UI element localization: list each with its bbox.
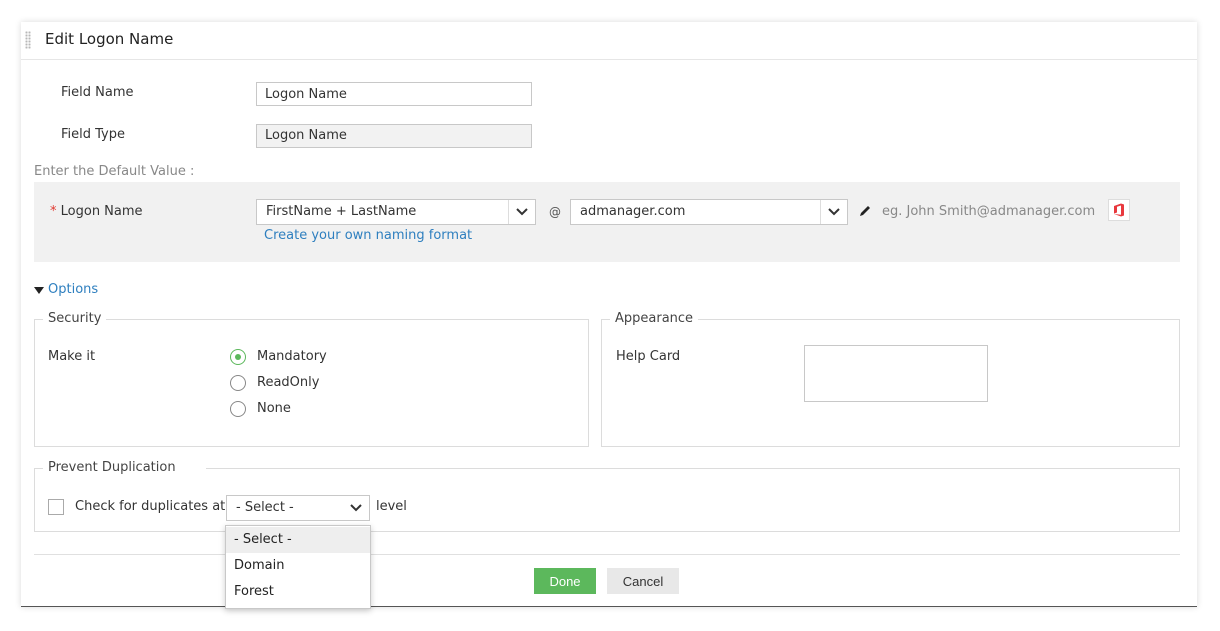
dropdown-option-domain[interactable]: Domain — [226, 553, 370, 579]
domain-value: admanager.com — [580, 204, 686, 219]
edit-logon-name-dialog: Edit Logon Name Field Name Field Type Lo… — [21, 22, 1197, 609]
field-type-label: Field Type — [61, 127, 125, 142]
chevron-down-icon[interactable] — [343, 496, 369, 520]
appearance-legend: Appearance — [610, 311, 699, 326]
default-value-panel: * Logon Name FirstName + LastName @ adma… — [34, 182, 1180, 262]
chevron-down-icon[interactable] — [508, 200, 535, 224]
prevent-duplication-fieldset: Prevent Duplication Check for duplicates… — [34, 460, 1180, 532]
check-duplicates-checkbox[interactable] — [48, 499, 64, 515]
field-name-label: Field Name — [61, 85, 134, 100]
create-naming-format-link[interactable]: Create your own naming format — [264, 228, 472, 243]
required-marker: * — [50, 204, 57, 219]
pencil-icon[interactable] — [858, 204, 872, 222]
naming-format-select[interactable]: FirstName + LastName — [256, 199, 536, 225]
level-suffix: level — [376, 499, 407, 514]
logon-name-label-text: Logon Name — [60, 204, 143, 219]
appearance-fieldset: Appearance Help Card — [601, 311, 1180, 447]
domain-select[interactable]: admanager.com — [570, 199, 848, 225]
radio-none-label[interactable]: None — [257, 401, 291, 416]
radio-readonly[interactable] — [230, 375, 246, 391]
dialog-title: Edit Logon Name — [45, 30, 174, 48]
dialog-titlebar[interactable]: Edit Logon Name — [21, 22, 1197, 60]
dropdown-option-select[interactable]: - Select - — [226, 527, 370, 553]
logon-example-text: eg. John Smith@admanager.com — [882, 204, 1096, 219]
help-card-label: Help Card — [616, 349, 681, 364]
field-name-input[interactable] — [256, 82, 532, 106]
security-fieldset: Security Make it Mandatory ReadOnly None — [34, 311, 589, 447]
radio-none[interactable] — [230, 401, 246, 417]
radio-readonly-label[interactable]: ReadOnly — [257, 375, 319, 390]
duplicate-level-dropdown: - Select - Domain Forest — [225, 525, 371, 609]
make-it-label: Make it — [48, 349, 96, 364]
footer-divider — [34, 554, 1180, 555]
logon-name-label: * Logon Name — [50, 204, 143, 219]
check-duplicates-label[interactable]: Check for duplicates at — [75, 499, 225, 514]
cancel-button[interactable]: Cancel — [607, 568, 679, 594]
done-button[interactable]: Done — [534, 568, 596, 594]
help-card-textarea[interactable] — [804, 345, 988, 402]
at-sign: @ — [549, 205, 561, 219]
triangle-down-icon[interactable] — [34, 284, 44, 299]
duplicate-level-value: - Select - — [236, 500, 294, 515]
radio-mandatory[interactable] — [230, 349, 246, 365]
naming-format-value: FirstName + LastName — [266, 204, 417, 219]
prevent-duplication-legend: Prevent Duplication — [43, 460, 206, 475]
duplicate-level-select[interactable]: - Select - — [226, 495, 370, 521]
options-toggle[interactable]: Options — [48, 282, 98, 297]
field-type-readonly: Logon Name — [256, 124, 532, 148]
default-value-label: Enter the Default Value : — [34, 164, 195, 179]
security-legend: Security — [43, 311, 107, 326]
drag-handle-icon[interactable] — [25, 31, 31, 49]
dropdown-option-forest[interactable]: Forest — [226, 579, 370, 605]
radio-mandatory-label[interactable]: Mandatory — [257, 349, 327, 364]
office365-icon[interactable] — [1108, 199, 1130, 221]
chevron-down-icon[interactable] — [820, 200, 847, 224]
